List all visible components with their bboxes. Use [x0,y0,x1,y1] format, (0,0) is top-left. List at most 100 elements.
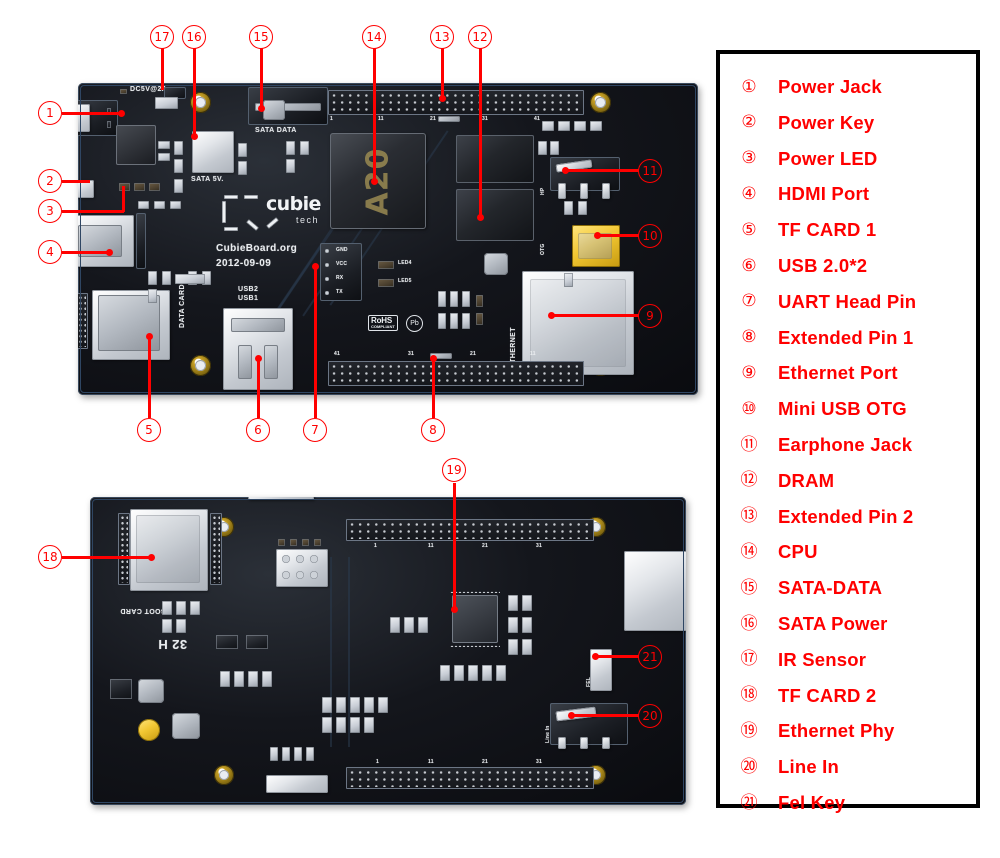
smd-component [216,635,238,649]
smd-component [306,747,314,761]
leader-line-4 [62,251,110,254]
cubie-brand-sub: tech [296,215,320,225]
led-indicator [378,261,394,269]
smd-component [155,97,178,109]
smd-component [238,143,247,157]
silk-header-num: 41 [334,351,340,357]
callout-7: 7 [303,418,327,442]
smd-component [174,179,183,193]
legend-label-4: HDMI Port [778,183,870,205]
smd-component [440,665,450,681]
smd-component [590,121,602,131]
leader-line-16 [193,48,196,136]
legend-item-21: ㉑ Fel Key [720,788,976,818]
callout-21: 21 [638,645,662,669]
callout-8: 8 [421,418,445,442]
legend-label-21: Fel Key [778,792,846,813]
sata-power-connector [192,131,234,173]
legend-label-12: DRAM [778,469,835,491]
pb-free-logo: Pb [406,315,423,332]
smd-component [522,639,532,655]
smd-component [336,717,346,733]
smd-component [522,595,532,611]
legend-label-5: TF CARD 1 [778,219,877,241]
smd-array [266,775,328,793]
smd-component [462,313,470,329]
smd-component [496,665,506,681]
legend-number-6: ⑥ [741,255,757,276]
smd-component [522,617,532,633]
silk-header-num: 1 [374,543,377,549]
smd-component [138,201,149,209]
hdmi-pin-row [136,213,146,269]
bottom-header-bottom [346,767,594,789]
dram-chip-upper [456,135,534,183]
rohs-sub-text: COMPLIANT [371,324,395,329]
legend-number-8: ⑧ [741,327,757,348]
line-in-pin [580,737,588,749]
legend-number-5: ⑤ [741,219,757,240]
legend-item-13: ⑬ Extended Pin 2 [720,502,976,532]
smd-component [262,671,272,687]
smd-component [322,717,332,733]
smd-component [578,201,587,215]
smd-component [170,201,181,209]
mosfet [110,679,132,699]
inductor [138,679,164,703]
smd-component [162,601,172,615]
silk-uart-vcc: VCC [336,261,348,267]
silk-header-num: 31 [408,351,414,357]
callout-6: 6 [246,418,270,442]
smd-component [542,121,554,131]
leader-line-1 [62,112,122,115]
callout-2: 2 [38,169,62,193]
legend-number-16: ⑯ [740,613,758,634]
legend-item-19: ⑲ Ethernet Phy [720,716,976,746]
legend-label-18: TF CARD 2 [778,684,877,706]
crystal-oscillator [484,253,508,275]
smd-component [270,747,278,761]
power-jack-shell [78,104,90,132]
silk-fel: FEL [586,676,592,687]
test-pad [282,571,290,579]
smd-component [290,539,297,546]
silk-header-num: 31 [536,543,542,549]
legend-item-18: ⑱ TF CARD 2 [720,681,976,711]
extended-pin-1-header [328,361,584,386]
legend-number-2: ② [741,112,757,133]
smd-component [462,291,470,307]
leader-endpoint-15 [258,105,265,112]
silk-header-num: 11 [378,116,384,122]
logo-mark [224,227,238,231]
smd-component [294,747,302,761]
logo-mark [266,217,279,229]
smd-component [538,141,547,155]
legend-label-17: IR Sensor [778,648,867,670]
callout-19: 19 [442,458,466,482]
phy-pin-row [448,643,502,649]
legend-item-3: ③ Power LED [720,144,976,174]
smd-component [482,665,492,681]
callout-4: 4 [38,240,62,264]
test-pad [296,555,304,563]
led-component [149,183,160,191]
silk-header-num: 21 [482,759,488,765]
legend-label-14: CPU [778,541,818,563]
smd-component [220,671,230,687]
legend-item-10: ⑩ Mini USB OTG [720,394,976,424]
callout-3: 3 [38,199,62,223]
callout-18: 18 [38,545,62,569]
legend-label-8: Extended Pin 1 [778,326,914,348]
legend-item-list: ① Power Jack ② Power Key ③ Power LED ④ HDMI Por… [720,54,976,813]
tf-card-2-pins-right [210,513,222,585]
ethernet-phy-chip [452,595,498,643]
legend-number-18: ⑱ [740,685,758,706]
leader-endpoint-4 [106,249,113,256]
legend-label-2: Power Key [778,111,875,133]
legend-item-11: ⑪ Earphone Jack [720,430,976,460]
legend-number-14: ⑭ [740,541,758,562]
leader-endpoint-13 [439,95,446,102]
logo-mark [244,195,258,199]
smd-component [190,601,200,615]
silk-board-marking: 32 H [158,637,188,652]
